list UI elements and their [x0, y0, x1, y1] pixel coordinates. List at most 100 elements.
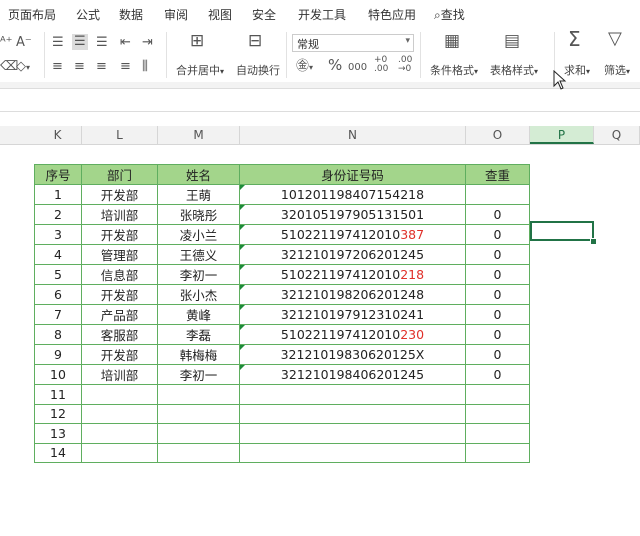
wrap-text-button[interactable]: 自动换行 [236, 62, 280, 78]
duplicate-check-cell[interactable] [465, 423, 530, 444]
column-header-m[interactable]: M [158, 126, 240, 144]
department-cell[interactable]: 开发部 [81, 224, 158, 245]
fill-handle[interactable] [590, 238, 597, 245]
table-style-icon[interactable]: ▤ [504, 33, 520, 50]
department-cell[interactable]: 信息部 [81, 264, 158, 285]
row-index-cell[interactable]: 1 [34, 184, 82, 205]
row-index-cell[interactable]: 12 [34, 403, 82, 424]
id-number-cell[interactable] [239, 423, 466, 444]
id-number-cell[interactable]: 321210197206201245 [239, 244, 466, 265]
header-index[interactable]: 序号 [34, 164, 82, 185]
active-cell-selection[interactable] [530, 221, 594, 241]
thousands-separator-button[interactable]: 000 [348, 61, 367, 75]
name-cell[interactable]: 王德义 [157, 244, 240, 265]
duplicate-check-cell[interactable]: 0 [465, 244, 530, 265]
filter-icon[interactable]: ▽ [608, 30, 622, 48]
department-cell[interactable]: 产品部 [81, 304, 158, 325]
menu-view[interactable]: 视图 [208, 6, 232, 23]
name-cell[interactable] [157, 442, 240, 463]
font-decrease-icon[interactable]: A⁻ [16, 36, 32, 50]
row-index-cell[interactable]: 6 [34, 284, 82, 305]
conditional-format-button[interactable]: 条件格式▾ [430, 62, 478, 78]
duplicate-check-cell[interactable] [465, 403, 530, 424]
menu-features[interactable]: 特色应用 [368, 6, 416, 23]
sum-icon[interactable]: Σ [568, 29, 581, 49]
indent-decrease-icon[interactable]: ⇤ [120, 36, 131, 50]
align-top-icon[interactable]: ☰ [52, 36, 64, 50]
department-cell[interactable]: 开发部 [81, 344, 158, 365]
department-cell[interactable] [81, 403, 158, 424]
duplicate-check-cell[interactable] [465, 184, 530, 205]
duplicate-check-cell[interactable]: 0 [465, 264, 530, 285]
department-cell[interactable]: 开发部 [81, 284, 158, 305]
id-number-cell[interactable]: 510221197412010230 [239, 324, 466, 345]
duplicate-check-cell[interactable]: 0 [465, 204, 530, 225]
duplicate-check-cell[interactable] [465, 384, 530, 405]
header-name[interactable]: 姓名 [157, 164, 240, 185]
formula-bar[interactable] [0, 88, 640, 112]
id-number-cell[interactable]: 101201198407154218 [239, 184, 466, 205]
align-center-icon[interactable]: ≡ [74, 60, 85, 74]
conditional-format-icon[interactable]: ▦ [444, 33, 460, 50]
menu-page-layout[interactable]: 页面布局 [8, 6, 56, 23]
duplicate-check-cell[interactable]: 0 [465, 304, 530, 325]
department-cell[interactable]: 开发部 [81, 184, 158, 205]
row-index-cell[interactable]: 2 [34, 204, 82, 225]
merge-center-icon[interactable]: ⊞ [190, 33, 204, 50]
row-index-cell[interactable]: 9 [34, 344, 82, 365]
currency-icon[interactable]: ㊎▾ [296, 60, 313, 75]
font-increase-icon[interactable]: ᴬ⁺ [0, 36, 12, 50]
duplicate-check-cell[interactable]: 0 [465, 344, 530, 365]
column-header-p[interactable]: P [530, 126, 594, 144]
id-number-cell[interactable]: 321210197912310241 [239, 304, 466, 325]
id-number-cell[interactable]: 321210198206201248 [239, 284, 466, 305]
increase-decimal-icon[interactable]: +0.00 [374, 56, 388, 74]
name-cell[interactable]: 张小杰 [157, 284, 240, 305]
duplicate-check-cell[interactable]: 0 [465, 324, 530, 345]
department-cell[interactable]: 管理部 [81, 244, 158, 265]
department-cell[interactable]: 客服部 [81, 324, 158, 345]
id-number-cell[interactable]: 321210198406201245 [239, 364, 466, 385]
menu-data[interactable]: 数据 [119, 6, 143, 23]
column-header-o[interactable]: O [466, 126, 530, 144]
align-middle-icon[interactable]: ☰ [72, 34, 88, 50]
name-cell[interactable] [157, 423, 240, 444]
row-index-cell[interactable]: 11 [34, 384, 82, 405]
id-number-cell[interactable] [239, 403, 466, 424]
duplicate-check-cell[interactable]: 0 [465, 224, 530, 245]
menu-security[interactable]: 安全 [252, 6, 276, 23]
row-index-cell[interactable]: 4 [34, 244, 82, 265]
name-cell[interactable]: 张晓彤 [157, 204, 240, 225]
indent-increase-icon[interactable]: ⇥ [142, 36, 153, 50]
fill-color-icon[interactable]: ◇▾ [16, 60, 30, 75]
merge-center-button[interactable]: 合并居中▾ [176, 62, 224, 78]
menu-review[interactable]: 审阅 [164, 6, 188, 23]
id-number-cell[interactable]: 510221197412010387 [239, 224, 466, 245]
distributed-icon[interactable]: ⫼ [142, 60, 148, 74]
id-number-cell[interactable]: 32121019830620125X [239, 344, 466, 365]
row-index-cell[interactable]: 8 [34, 324, 82, 345]
name-cell[interactable]: 李初一 [157, 364, 240, 385]
decrease-decimal-icon[interactable]: .00 →0 [398, 56, 412, 74]
name-cell[interactable]: 凌小兰 [157, 224, 240, 245]
name-cell[interactable]: 黄峰 [157, 304, 240, 325]
duplicate-check-cell[interactable]: 0 [465, 284, 530, 305]
name-cell[interactable]: 李磊 [157, 324, 240, 345]
id-number-cell[interactable]: 320105197905131501 [239, 204, 466, 225]
number-format-select[interactable]: 常规 ▾ [292, 34, 414, 52]
align-right-icon[interactable]: ≡ [96, 60, 107, 74]
align-bottom-icon[interactable]: ☰ [96, 36, 108, 50]
table-style-button[interactable]: 表格样式▾ [490, 62, 538, 78]
department-cell[interactable] [81, 423, 158, 444]
column-header-l[interactable]: L [82, 126, 158, 144]
duplicate-check-cell[interactable]: 0 [465, 364, 530, 385]
menu-search[interactable]: ⌕查找 [434, 6, 465, 23]
row-index-cell[interactable]: 7 [34, 304, 82, 325]
id-number-cell[interactable] [239, 384, 466, 405]
department-cell[interactable]: 培训部 [81, 364, 158, 385]
name-cell[interactable]: 韩梅梅 [157, 344, 240, 365]
header-department[interactable]: 部门 [81, 164, 158, 185]
name-cell[interactable]: 李初一 [157, 264, 240, 285]
column-header-q[interactable]: Q [594, 126, 640, 144]
department-cell[interactable] [81, 442, 158, 463]
